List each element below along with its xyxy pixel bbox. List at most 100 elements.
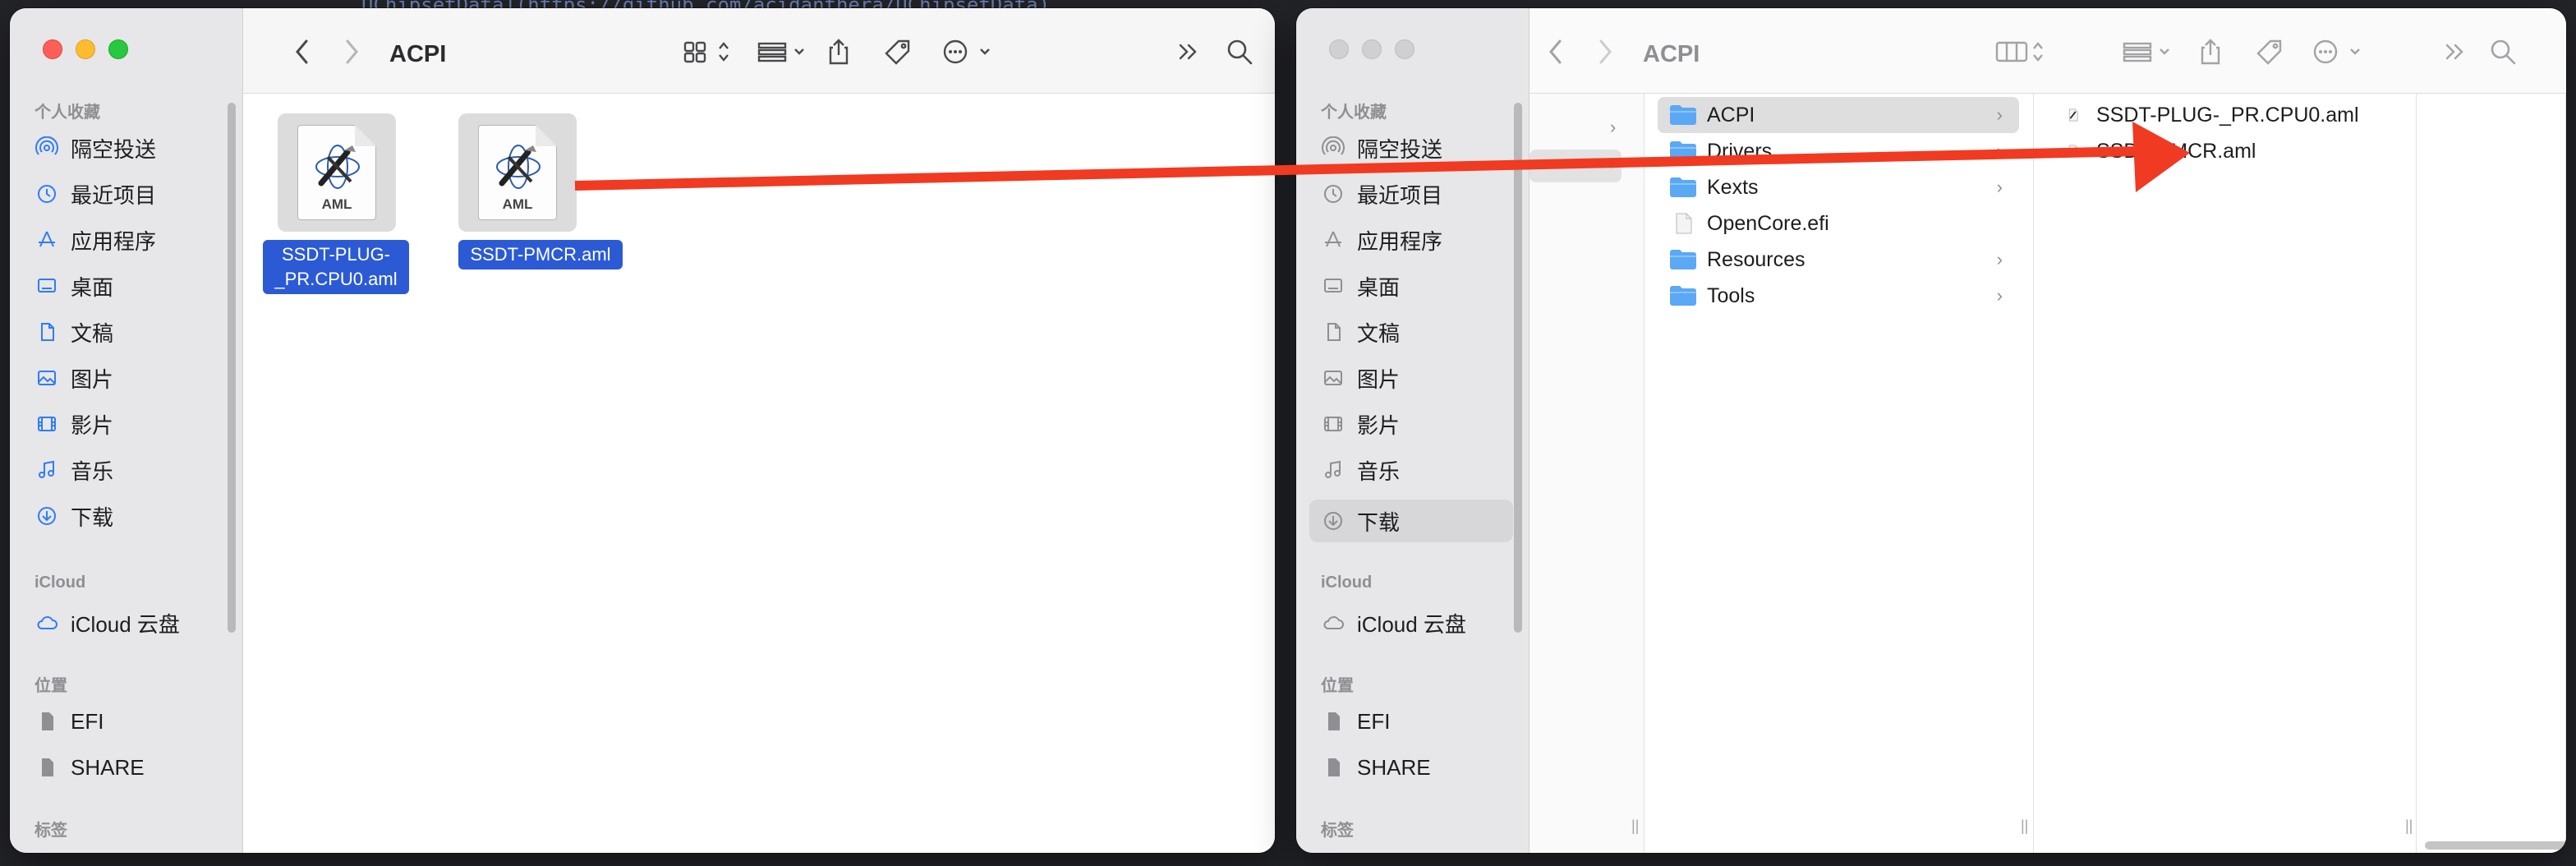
sidebar-item-downloads[interactable]: 下载 [34, 496, 113, 536]
sidebar-item-label: 下载 [1357, 509, 1401, 535]
search-button[interactable] [2489, 38, 2517, 66]
tag-button[interactable] [2254, 38, 2287, 66]
close-button[interactable] [43, 39, 62, 59]
chevron-right-icon: › [1996, 140, 2003, 161]
sidebar-item-pictures[interactable]: 图片 [1321, 358, 1400, 398]
list-item-resources[interactable]: Resources › [1669, 243, 2014, 276]
chevron-right-icon: › [1996, 177, 2003, 197]
view-mode-button[interactable] [682, 38, 736, 66]
column-root[interactable]: › › || [1530, 94, 1644, 853]
desktop-icon [1321, 274, 1346, 298]
icon-view[interactable]: AML SSDT-PLUG- _PR.CPU0.aml AML SSDT-PMC… [243, 94, 1275, 853]
sidebar-item-label: 影片 [71, 412, 114, 438]
file-name-label-selected[interactable]: SSDT-PLUG- _PR.CPU0.aml [263, 240, 409, 294]
clock-icon [1321, 182, 1346, 206]
column-acpi[interactable]: SSDT-PLUG-_PR.CPU0.aml SSDT-PMCR.aml || [2034, 94, 2417, 853]
group-button[interactable] [756, 38, 810, 66]
aml-file-icon [2068, 108, 2078, 122]
search-button[interactable] [1226, 38, 1254, 66]
list-item-opencore-efi[interactable]: OpenCore.efi [1669, 207, 2014, 240]
photo-icon [1321, 366, 1346, 390]
sidebar-item-tag-red[interactable]: 红色 [1321, 845, 1400, 853]
share-button[interactable] [825, 38, 853, 66]
cloud-icon [1321, 610, 1346, 635]
sidebar-item-share[interactable]: SHARE [1321, 748, 1431, 787]
sidebar-item-downloads[interactable]: 下载 [1321, 501, 1400, 541]
sidebar-item-label: 最近项目 [71, 182, 157, 208]
sidebar-item-icloud-drive[interactable]: iCloud 云盘 [1321, 603, 1466, 643]
sidebar-item-label: 隔空投送 [1357, 136, 1443, 162]
view-mode-button[interactable] [1994, 38, 2049, 66]
column-resize-handle[interactable]: || [2405, 818, 2413, 835]
forward-button[interactable] [343, 38, 360, 66]
list-item-ssdt-pmcr[interactable]: SSDT-PMCR.aml [2068, 135, 2256, 168]
download-icon [1321, 509, 1346, 533]
sidebar-item-applications[interactable]: 应用程序 [34, 220, 156, 260]
group-icon [2123, 42, 2169, 62]
sidebar-item-efi[interactable]: EFI [1321, 702, 1390, 741]
sidebar-item-recents[interactable]: 最近项目 [34, 174, 156, 214]
group-button[interactable] [2121, 38, 2175, 66]
sidebar-item-music[interactable]: 音乐 [1321, 450, 1400, 490]
column-resize-handle[interactable]: || [2021, 818, 2028, 835]
sidebar-item-label: 红色 [1357, 850, 1400, 854]
list-item-drivers[interactable]: Drivers › [1669, 135, 2014, 168]
sidebar-scrollbar[interactable] [228, 103, 236, 633]
list-item-kexts[interactable]: Kexts › [1669, 171, 2014, 204]
sidebar-item-icloud-drive[interactable]: iCloud 云盘 [34, 603, 180, 643]
column-efi[interactable]: ACPI › Drivers › Kexts › OpenCore.efi Re… [1644, 94, 2034, 853]
sidebar-item-documents[interactable]: 文稿 [34, 312, 113, 352]
sidebar-item-movies[interactable]: 影片 [34, 404, 113, 444]
file-name-label-selected[interactable]: SSDT-PMCR.aml [458, 240, 623, 269]
tag-icon [885, 39, 910, 65]
column-view[interactable]: › › || ACPI › Drivers › Kexts › OpenCore… [1530, 94, 2566, 853]
sidebar-item-label: 影片 [1357, 412, 1401, 438]
overflow-button[interactable] [2443, 38, 2468, 66]
sidebar-item-airdrop[interactable]: 隔空投送 [34, 128, 156, 168]
horizontal-scrollbar[interactable] [2425, 841, 2566, 850]
more-actions-button[interactable] [2312, 38, 2366, 66]
sidebar-item-movies[interactable]: 影片 [1321, 404, 1400, 444]
item-label: SSDT-PMCR.aml [2096, 139, 2256, 163]
zoom-button[interactable] [108, 39, 128, 59]
sidebar-item-label: EFI [1357, 708, 1391, 734]
back-button[interactable] [294, 38, 310, 66]
list-item-tools[interactable]: Tools › [1669, 279, 2014, 312]
document-icon [1321, 320, 1346, 344]
sidebar-item-applications[interactable]: 应用程序 [1321, 220, 1442, 260]
back-button[interactable] [1548, 38, 1564, 66]
list-item-acpi[interactable]: ACPI › [1669, 99, 2014, 131]
column-resize-handle[interactable]: || [1631, 818, 1639, 835]
sidebar-item-share[interactable]: SHARE [34, 748, 145, 787]
sidebar-scrollbar[interactable] [1514, 103, 1522, 633]
sidebar-item-efi[interactable]: EFI [34, 702, 104, 741]
close-button[interactable] [1329, 39, 1349, 59]
file-icon [1676, 213, 1692, 234]
tag-dot-icon [1321, 852, 1346, 853]
sidebar-item-tag-red[interactable]: 红色 [34, 845, 113, 853]
more-actions-button[interactable] [941, 38, 996, 66]
sidebar-item-label: 音乐 [1357, 458, 1401, 484]
aml-file-icon: AML [478, 125, 557, 220]
chevron-right-icon: › [1610, 153, 1617, 173]
forward-button[interactable] [1597, 38, 1613, 66]
sidebar-item-desktop[interactable]: 桌面 [34, 266, 113, 306]
minimize-button[interactable] [1362, 39, 1382, 59]
drive-icon [1321, 709, 1346, 734]
sidebar-item-recents[interactable]: 最近项目 [1321, 174, 1442, 214]
list-item-ssdt-plug[interactable]: SSDT-PLUG-_PR.CPU0.aml [2068, 99, 2359, 131]
sidebar-item-documents[interactable]: 文稿 [1321, 312, 1400, 352]
tag-button[interactable] [882, 38, 915, 66]
share-button[interactable] [2196, 38, 2224, 66]
overflow-button[interactable] [1176, 38, 1201, 66]
folder-icon [1670, 141, 1696, 161]
file-icon-ssdt-plug[interactable]: AML [278, 113, 396, 232]
sidebar-item-desktop[interactable]: 桌面 [1321, 266, 1400, 306]
sidebar-item-pictures[interactable]: 图片 [34, 358, 113, 398]
zoom-button[interactable] [1395, 39, 1414, 59]
minimize-button[interactable] [76, 39, 95, 59]
chevron-left-icon [296, 39, 308, 64]
sidebar-item-airdrop[interactable]: 隔空投送 [1321, 128, 1442, 168]
sidebar-item-music[interactable]: 音乐 [34, 450, 113, 490]
file-icon-ssdt-pmcr[interactable]: AML [458, 113, 577, 232]
